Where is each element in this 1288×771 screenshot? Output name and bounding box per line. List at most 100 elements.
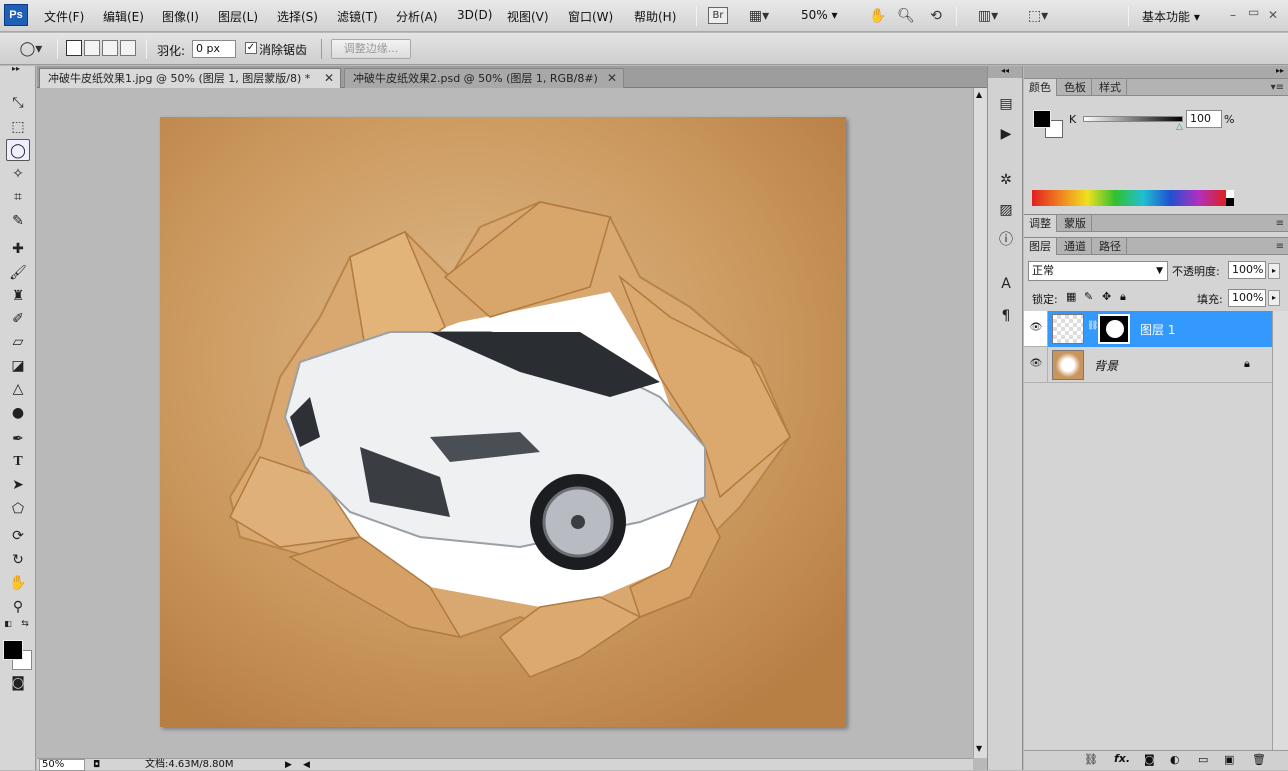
- menu-layer[interactable]: 图层(L): [218, 8, 258, 25]
- add-mask-icon[interactable]: ◙: [1144, 753, 1155, 766]
- fill-arrow-icon[interactable]: ▸: [1268, 290, 1280, 306]
- zoom-level-select[interactable]: 50% ▾: [801, 8, 838, 22]
- lock-pixels-icon[interactable]: ✎: [1084, 290, 1093, 303]
- type-tool-icon[interactable]: T: [6, 451, 30, 473]
- adjustment-layer-icon[interactable]: ◐: [1170, 753, 1180, 766]
- status-menu-icon[interactable]: ▶: [285, 759, 292, 771]
- magic-wand-tool-icon[interactable]: ✧: [6, 163, 30, 185]
- navigator-panel-icon[interactable]: ▨: [996, 200, 1016, 220]
- document-canvas[interactable]: [160, 117, 846, 727]
- bridge-icon[interactable]: Br: [708, 7, 728, 24]
- scroll-down-icon[interactable]: ▼: [976, 744, 982, 753]
- link-layers-icon[interactable]: ⛓: [1084, 753, 1098, 766]
- visibility-eye-icon[interactable]: 👁︎: [1029, 321, 1043, 335]
- visibility-eye-icon[interactable]: 👁︎: [1029, 357, 1043, 371]
- zoom-field[interactable]: 50%: [39, 759, 85, 771]
- lock-transparent-icon[interactable]: ▦: [1066, 290, 1076, 303]
- layer-style-icon[interactable]: fx.: [1114, 752, 1130, 765]
- close-icon[interactable]: ✕: [1268, 8, 1278, 22]
- menu-3d[interactable]: 3D(D): [457, 8, 492, 22]
- zoom-tool-icon[interactable]: ⚲: [6, 596, 30, 618]
- 3d-orbit-tool-icon[interactable]: ↻: [6, 549, 30, 571]
- lasso-tool-icon[interactable]: ◯: [6, 139, 30, 161]
- tab-paths[interactable]: 路径: [1094, 238, 1127, 255]
- panel-menu-icon[interactable]: ▾≡: [1271, 79, 1284, 96]
- brush-tool-icon[interactable]: 🖌︎: [6, 262, 30, 284]
- tab-document-1[interactable]: 冲破牛皮纸效果1.jpg @ 50% (图层 1, 图层蒙版/8) * ✕: [39, 68, 341, 88]
- layer-name[interactable]: 背景: [1094, 357, 1118, 374]
- minimize-icon[interactable]: –: [1230, 8, 1236, 22]
- layer-mask-thumbnail[interactable]: [1098, 314, 1130, 344]
- hand-icon[interactable]: ✋: [868, 6, 888, 26]
- tab-channels[interactable]: 通道: [1059, 238, 1092, 255]
- feather-input[interactable]: 0 px: [192, 40, 236, 58]
- slider-handle-icon[interactable]: △: [1176, 122, 1183, 132]
- eraser-tool-icon[interactable]: ▱: [6, 331, 30, 353]
- layer-row[interactable]: 👁︎ ⛓ 图层 1: [1024, 311, 1272, 347]
- scroll-up-icon[interactable]: ▲: [976, 90, 982, 99]
- dodge-tool-icon[interactable]: ●: [6, 402, 30, 424]
- collapse-icons-icon[interactable]: ◂◂: [988, 66, 1022, 78]
- restore-icon[interactable]: ▭: [1248, 5, 1259, 19]
- refine-edge-button[interactable]: 调整边缘...: [331, 39, 411, 59]
- default-colors-icon[interactable]: ◧: [2, 618, 14, 630]
- screen-mode-icon[interactable]: ⬚▾: [1018, 6, 1058, 26]
- subtract-selection-icon[interactable]: [102, 40, 118, 56]
- swap-colors-icon[interactable]: ⇆: [18, 618, 32, 630]
- menu-file[interactable]: 文件(F): [44, 8, 84, 25]
- fill-input[interactable]: 100%: [1228, 289, 1266, 307]
- arrange-documents-icon[interactable]: ▥▾: [968, 6, 1008, 26]
- antialias-checkbox[interactable]: ✓: [245, 42, 257, 54]
- crop-tool-icon[interactable]: ⌗: [6, 186, 30, 208]
- history-brush-tool-icon[interactable]: ✐: [6, 308, 30, 330]
- menu-window[interactable]: 窗口(W): [568, 8, 613, 25]
- workspace-switcher[interactable]: 基本功能 ▾: [1142, 8, 1200, 25]
- status-preview-icon[interactable]: ◘: [93, 759, 100, 771]
- paragraph-panel-icon[interactable]: ¶: [996, 306, 1016, 326]
- menu-filter[interactable]: 滤镜(T): [337, 8, 378, 25]
- k-value-input[interactable]: 100: [1186, 110, 1222, 128]
- lasso-preset-icon[interactable]: ◯▾: [14, 39, 48, 59]
- layer-name[interactable]: 图层 1: [1140, 321, 1175, 338]
- mask-link-icon[interactable]: ⛓: [1087, 321, 1098, 331]
- pen-tool-icon[interactable]: ✒: [6, 428, 30, 450]
- blend-mode-select[interactable]: 正常 ▼: [1028, 261, 1168, 281]
- scroll-left-icon[interactable]: ◀: [303, 759, 310, 771]
- rotate-view-icon[interactable]: ⟲: [926, 6, 946, 26]
- custom-shape-tool-icon[interactable]: ⬠: [6, 498, 30, 520]
- quick-mask-icon[interactable]: ◙: [6, 672, 30, 694]
- add-selection-icon[interactable]: [84, 40, 100, 56]
- foreground-color-swatch[interactable]: [3, 640, 23, 660]
- paint-bucket-tool-icon[interactable]: ◪: [6, 355, 30, 377]
- healing-brush-tool-icon[interactable]: ✚: [6, 238, 30, 260]
- k-slider[interactable]: [1083, 116, 1183, 122]
- new-layer-icon[interactable]: ▣: [1224, 753, 1234, 766]
- 3d-panel-icon[interactable]: ✲: [996, 170, 1016, 190]
- blur-tool-icon[interactable]: △: [6, 378, 30, 400]
- lock-position-icon[interactable]: ✥: [1102, 290, 1111, 303]
- menu-edit[interactable]: 编辑(E): [103, 8, 144, 25]
- history-panel-icon[interactable]: ▤: [996, 94, 1016, 114]
- layer-thumbnail[interactable]: [1052, 314, 1084, 344]
- collapse-toolbar-icon[interactable]: ▸▸: [4, 64, 28, 74]
- close-tab-icon[interactable]: ✕: [607, 69, 617, 88]
- intersect-selection-icon[interactable]: [120, 40, 136, 56]
- tab-masks[interactable]: 蒙版: [1059, 215, 1092, 232]
- panel-menu-icon[interactable]: ≡: [1276, 215, 1284, 232]
- character-panel-icon[interactable]: A: [996, 274, 1016, 294]
- menu-select[interactable]: 选择(S): [277, 8, 318, 25]
- lock-all-icon[interactable]: 🔒︎: [1120, 290, 1126, 304]
- hand-tool-icon[interactable]: ✋: [6, 572, 30, 594]
- actions-panel-icon[interactable]: ▶: [996, 124, 1016, 144]
- menu-analysis[interactable]: 分析(A): [396, 8, 438, 25]
- 3d-rotate-tool-icon[interactable]: ⟳: [6, 525, 30, 547]
- zoom-icon[interactable]: 🔍︎: [896, 6, 916, 26]
- layer-row[interactable]: 👁︎ 背景 🔒︎: [1024, 347, 1272, 383]
- info-panel-icon[interactable]: ⓘ: [996, 230, 1016, 250]
- tab-styles[interactable]: 样式: [1094, 79, 1127, 96]
- delete-layer-icon[interactable]: 🗑︎: [1252, 753, 1266, 766]
- vertical-scrollbar[interactable]: ▲ ▼: [973, 88, 987, 758]
- spectrum-white[interactable]: [1226, 190, 1234, 198]
- eyedropper-tool-icon[interactable]: ✎: [6, 210, 30, 232]
- foreground-swatch[interactable]: [1033, 110, 1051, 128]
